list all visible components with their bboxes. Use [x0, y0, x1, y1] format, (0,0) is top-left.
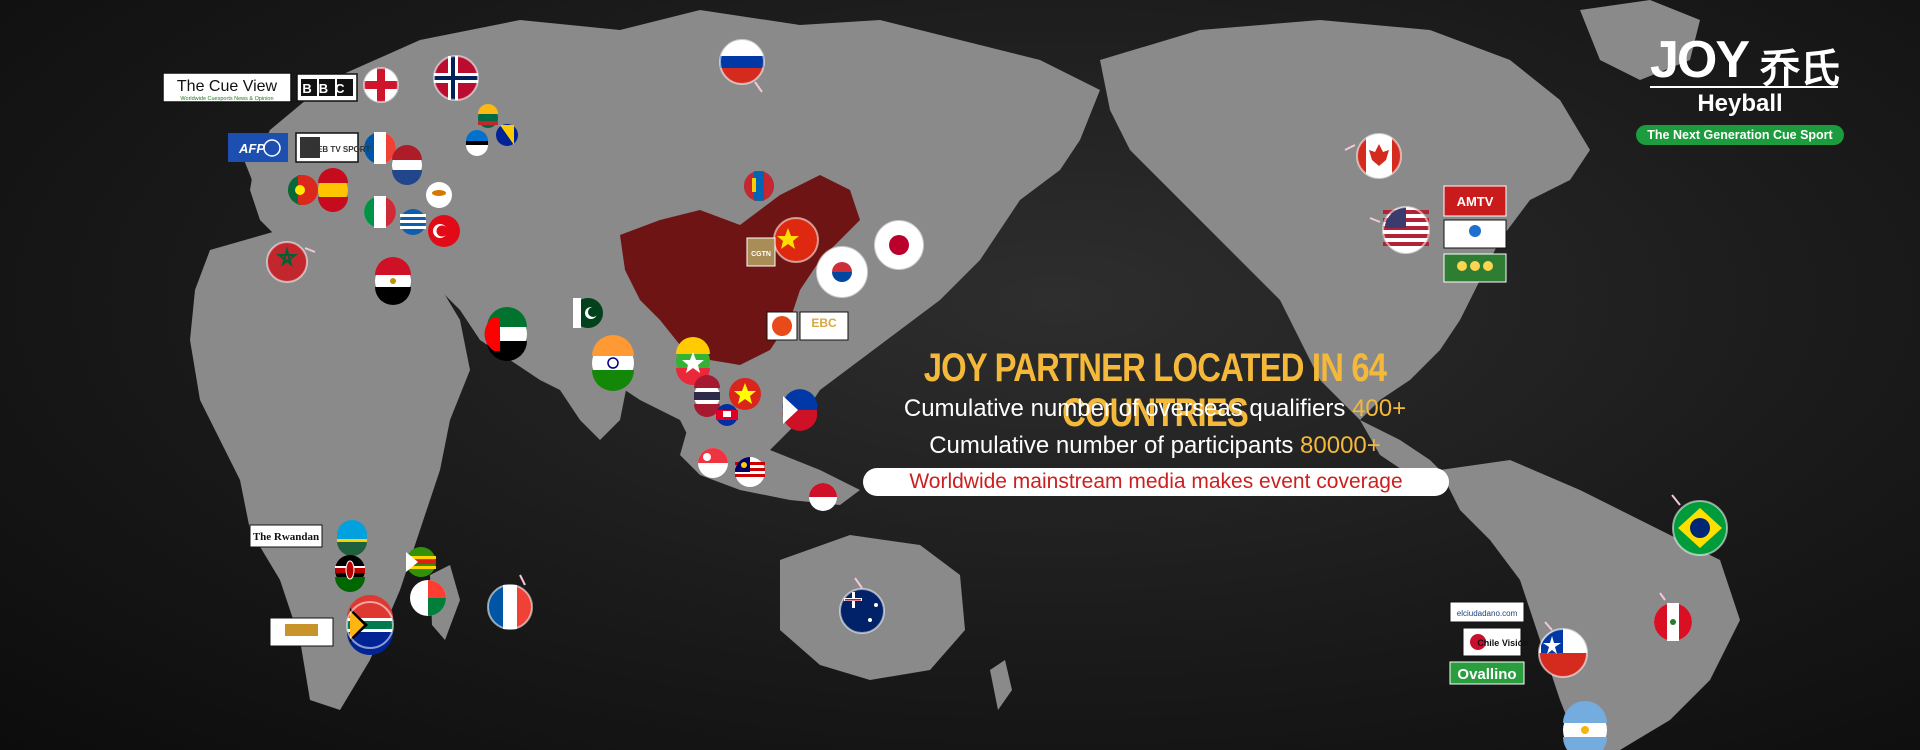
stat-qualifiers-value: 400+ [1352, 395, 1407, 422]
logo-ebc: EBC [766, 311, 849, 341]
flag-brazil-icon [1671, 494, 1728, 556]
flag-zimbabwe-icon [406, 547, 436, 577]
flag-bosnia-icon [496, 124, 518, 146]
flag-england-icon [363, 67, 399, 103]
flag-cyprus-icon [426, 182, 452, 208]
flag-south-korea-icon [816, 246, 868, 298]
svg-text:AMTV: AMTV [1457, 194, 1494, 209]
flag-spain-icon [318, 168, 348, 212]
flag-turkey-icon [428, 215, 460, 247]
land-new-zealand [990, 660, 1012, 710]
svg-text:BBC: BBC [302, 81, 351, 96]
flag-norway-icon [433, 55, 479, 101]
logo-brand: Heyball [1697, 90, 1783, 117]
flag-vietnam-icon [729, 378, 761, 410]
flag-italy-icon [364, 196, 396, 228]
svg-text:Chile Visión: Chile Visión [1477, 638, 1528, 648]
logo-green-broadcaster-mark [1483, 261, 1493, 271]
flag-madagascar-icon [410, 580, 446, 616]
flag-rwanda-icon [337, 520, 367, 556]
logo-bbc: BBC [296, 73, 358, 102]
svg-text:The Rwandan: The Rwandan [253, 531, 319, 543]
svg-text:Ovallino: Ovallino [1457, 666, 1516, 683]
svg-text:The Cue View: The Cue View [177, 78, 278, 95]
svg-text:CGTN: CGTN [751, 251, 771, 258]
logo-chilevision: Chile Visión [1462, 627, 1529, 657]
stat-participants-value: 80000+ [1300, 432, 1381, 459]
stat-participants: Cumulative number of participants 80000+ [805, 432, 1505, 460]
logo-divider [1650, 86, 1838, 88]
stat-qualifiers-label: Cumulative number of overseas qualifiers [903, 395, 1346, 422]
logo-amtv: AMTV [1443, 185, 1507, 217]
flag-cambodia-icon [716, 404, 738, 426]
svg-text:WEB TV SPORT: WEB TV SPORT [310, 145, 371, 154]
flag-portugal-icon [288, 175, 318, 205]
flag-china-icon [773, 217, 819, 263]
logo-the-cue-view: The Cue View Worldwide Cuesports News & … [162, 72, 292, 103]
flag-reunion-france-icon [487, 574, 533, 630]
logo-slogan: The Next Generation Cue Sport [1636, 125, 1844, 145]
flag-japan-icon [874, 220, 924, 270]
flag-indonesia-icon [809, 483, 837, 511]
flag-argentina-icon [1563, 701, 1607, 750]
logo-african-newspaper-mark [285, 624, 318, 636]
svg-text:AFP: AFP [238, 141, 265, 156]
logo-green-broadcaster-mark [1457, 261, 1467, 271]
logo-the-rwandan: The Rwandan [249, 524, 323, 548]
logo-elciudadano: elciudadano.com [1449, 601, 1525, 623]
coverage-banner: Worldwide mainstream media makes event c… [863, 468, 1449, 496]
flag-south-africa-icon [346, 595, 394, 655]
flag-greece-icon [400, 209, 426, 235]
flag-singapore-icon [698, 448, 728, 478]
svg-text:Worldwide Cuesports News & Opi: Worldwide Cuesports News & Opinion [180, 96, 273, 102]
logo-ovallino: Ovallino [1449, 661, 1525, 685]
flag-mongolia-icon [744, 171, 774, 201]
svg-text:elciudadano.com: elciudadano.com [1457, 609, 1518, 618]
flag-malaysia-icon [735, 457, 765, 487]
flag-estonia-icon [466, 130, 488, 156]
flag-india-icon [592, 335, 634, 391]
flag-pakistan-icon [573, 298, 603, 328]
logo-cgtn: CGTN [746, 237, 776, 267]
logo-mark: JOY [1650, 31, 1750, 89]
stat-participants-label: Cumulative number of participants [929, 432, 1294, 459]
logo-afp: AFP [228, 133, 288, 162]
stat-qualifiers: Cumulative number of overseas qualifiers… [805, 395, 1505, 423]
joy-heyball-logo: JOY 乔氏 Heyball The Next Generation Cue S… [1630, 30, 1850, 150]
flag-netherlands-icon [392, 145, 422, 185]
svg-text:EBC: EBC [811, 316, 837, 330]
flag-egypt-icon [375, 257, 411, 305]
flag-lithuania-icon [478, 104, 498, 128]
flag-kenya-icon [335, 555, 365, 592]
logo-green-broadcaster-mark [1470, 261, 1480, 271]
logo-chinese-tv-mark [1469, 225, 1481, 237]
